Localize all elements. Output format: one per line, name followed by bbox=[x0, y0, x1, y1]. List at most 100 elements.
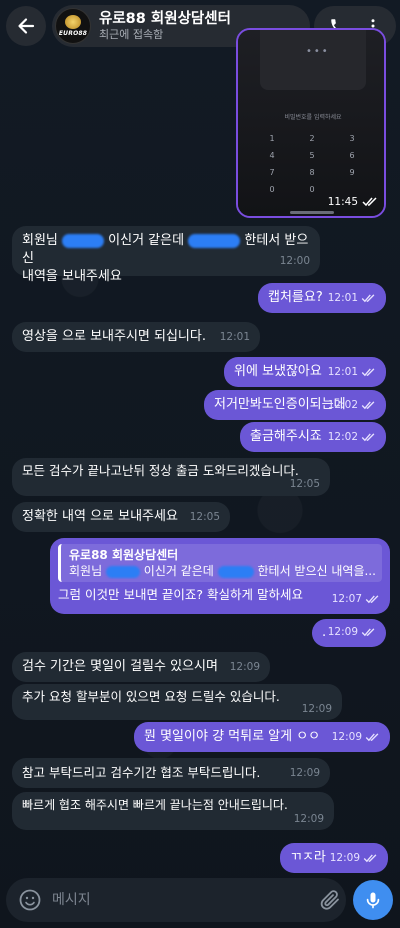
message-text: 회원님 bbox=[22, 233, 58, 248]
chat-status: 최근에 접속함 bbox=[99, 28, 164, 41]
message-meta: 12:05 bbox=[190, 508, 220, 526]
message-text: 추가 요청 할부분이 있으면 요청 드릴수 있습니다. bbox=[22, 689, 280, 704]
message-meta: 12:01 bbox=[328, 363, 376, 381]
keypad-key: 9 bbox=[349, 168, 355, 177]
message-meta: 12:09 bbox=[328, 623, 376, 641]
arrow-left-icon bbox=[18, 18, 35, 34]
message-time: 12:09 bbox=[329, 852, 360, 864]
message-text: 검수 기간은 몇일이 걸릴수 있으시며 bbox=[22, 659, 218, 674]
message-meta: 12:09 bbox=[290, 764, 320, 782]
double-check-icon bbox=[363, 853, 377, 862]
quote-text: 회원님 bbox=[69, 564, 103, 578]
message-meta: 12:00 bbox=[280, 252, 310, 270]
image-preview-top bbox=[260, 30, 366, 90]
message-outgoing[interactable]: . 12:09 bbox=[312, 619, 386, 647]
keypad-key: 0 bbox=[269, 185, 275, 194]
keypad-key: 3 bbox=[349, 134, 355, 143]
keypad-key: 5 bbox=[309, 151, 315, 160]
logo-coin-icon bbox=[65, 15, 81, 29]
message-text: 영상을 으로 보내주시면 되십니다. bbox=[22, 329, 206, 344]
message-meta: 12:01 bbox=[220, 328, 250, 346]
message-time: 12:09 bbox=[327, 626, 358, 638]
message-time: 12:02 bbox=[327, 431, 358, 443]
message-meta: 12:09 bbox=[230, 658, 260, 676]
message-time: 12:01 bbox=[327, 292, 358, 304]
emoji-button[interactable] bbox=[18, 888, 42, 912]
image-caption-text: 비밀번호를 입력하세요 bbox=[284, 114, 342, 121]
attach-button[interactable] bbox=[318, 888, 342, 912]
message-time: 12:09 bbox=[289, 767, 320, 779]
message-outgoing[interactable]: 출금해주시죠 12:02 bbox=[240, 422, 386, 452]
message-time: 12:01 bbox=[327, 366, 358, 378]
double-check-icon bbox=[361, 367, 375, 376]
keypad-key: 8 bbox=[309, 168, 315, 177]
redacted-blot bbox=[188, 233, 241, 248]
keypad-key: 0 bbox=[309, 185, 315, 194]
message-meta: 12:05 bbox=[290, 475, 320, 493]
message-text: 이신거 같은데 bbox=[108, 233, 185, 248]
quote-author: 유로88 회원상담센터 bbox=[69, 548, 179, 562]
message-composer bbox=[6, 878, 346, 922]
message-text: 모든 검수가 끝나고난뒤 정상 출금 도와드리겠습니다. bbox=[22, 463, 299, 478]
message-incoming[interactable]: 모든 검수가 끝나고난뒤 정상 출금 도와드리겠습니다. 12:05 bbox=[12, 458, 330, 496]
avatar[interactable]: EURO88 bbox=[55, 8, 91, 44]
microphone-icon bbox=[366, 892, 380, 909]
message-time: 12:05 bbox=[189, 511, 220, 523]
message-outgoing[interactable]: 저거만봐도인증이되는데 12:02 bbox=[204, 390, 386, 420]
image-message-meta: 11:45 bbox=[328, 196, 378, 208]
redacted-blot bbox=[62, 233, 105, 248]
message-meta: 12:09 bbox=[302, 700, 332, 718]
message-incoming[interactable]: 빠르게 협조 해주시면 빠르게 끝나는점 안내드립니다. 12:09 bbox=[12, 792, 334, 830]
image-keypad: 1 2 3 4 5 6 7 8 9 0 0 bbox=[252, 134, 372, 194]
redacted-blot bbox=[105, 565, 140, 578]
double-check-icon bbox=[361, 293, 375, 302]
chat-title: 유로88 회원상담센터 bbox=[99, 11, 231, 27]
emoji-icon bbox=[19, 889, 41, 911]
double-check-icon bbox=[365, 594, 379, 603]
message-time: 12:09 bbox=[229, 661, 260, 673]
message-text: 빠르게 협조 해주시면 빠르게 끝나는점 안내드립니다. bbox=[22, 798, 288, 812]
message-meta: 12:01 bbox=[328, 289, 376, 307]
message-outgoing[interactable]: ㄲㅈ라 12:09 bbox=[280, 843, 388, 873]
message-outgoing[interactable]: 위에 보냈잖아요 12:01 bbox=[224, 357, 386, 387]
message-incoming[interactable]: 영상을 으로 보내주시면 되십니다. 12:01 bbox=[12, 322, 260, 352]
double-check-icon bbox=[361, 400, 375, 409]
message-time: 12:05 bbox=[289, 478, 320, 490]
double-check-icon bbox=[361, 627, 375, 636]
message-incoming[interactable]: 참고 부탁드리고 검수기간 협조 부탁드립니다. 12:09 bbox=[12, 758, 330, 788]
message-time: 12:02 bbox=[327, 399, 358, 411]
message-incoming[interactable]: 정확한 내역 으로 보내주세요 12:05 bbox=[12, 502, 230, 532]
message-outgoing[interactable]: 캡처를요? 12:01 bbox=[258, 283, 386, 313]
quote-text: 이신거 같은데 bbox=[143, 564, 214, 578]
voice-record-button[interactable] bbox=[353, 880, 393, 920]
message-outgoing-reply[interactable]: 유로88 회원상담센터 회원님 이신거 같은데 한테서 받으신 내역을... 그… bbox=[50, 538, 390, 614]
keypad-key: 7 bbox=[269, 168, 275, 177]
double-check-icon bbox=[361, 432, 375, 441]
message-input[interactable] bbox=[52, 888, 292, 912]
message-outgoing[interactable]: 뭔 몇일이야 걍 먹튀로 알게 ㅇㅇ 12:09 bbox=[134, 722, 390, 752]
message-meta: 12:02 bbox=[328, 396, 376, 414]
image-message[interactable]: ••• 비밀번호를 입력하세요 1 2 3 4 5 6 7 8 9 0 0 11… bbox=[236, 28, 386, 218]
message-time: 12:01 bbox=[219, 331, 250, 343]
message-meta: 12:09 bbox=[332, 728, 380, 746]
message-meta: 12:02 bbox=[328, 428, 376, 446]
redacted-blot bbox=[217, 565, 254, 578]
keypad-key: 4 bbox=[269, 151, 275, 160]
message-time: 12:09 bbox=[331, 731, 362, 743]
back-button[interactable] bbox=[6, 6, 46, 46]
avatar-brand-text: EURO88 bbox=[58, 30, 88, 37]
message-incoming[interactable]: 회원님 이신거 같은데 한테서 받으신 내역을 보내주세요 12:00 bbox=[12, 226, 320, 284]
reply-quote[interactable]: 유로88 회원상담센터 회원님 이신거 같은데 한테서 받으신 내역을... bbox=[58, 544, 382, 582]
message-meta: 12:09 bbox=[330, 849, 378, 867]
message-incoming[interactable]: 추가 요청 할부분이 있으면 요청 드릴수 있습니다. 12:09 bbox=[12, 684, 342, 720]
message-time: 12:00 bbox=[279, 255, 310, 267]
image-pin-dots: ••• bbox=[306, 46, 330, 57]
double-check-icon bbox=[362, 197, 377, 207]
message-incoming[interactable]: 검수 기간은 몇일이 걸릴수 있으시며 12:09 bbox=[12, 652, 270, 682]
keypad-key bbox=[332, 185, 372, 194]
message-meta: 12:09 bbox=[294, 810, 324, 828]
keypad-key: 6 bbox=[349, 151, 355, 160]
paperclip-icon bbox=[320, 890, 339, 910]
keypad-key: 1 bbox=[269, 134, 275, 143]
message-time: 12:07 bbox=[331, 593, 362, 605]
